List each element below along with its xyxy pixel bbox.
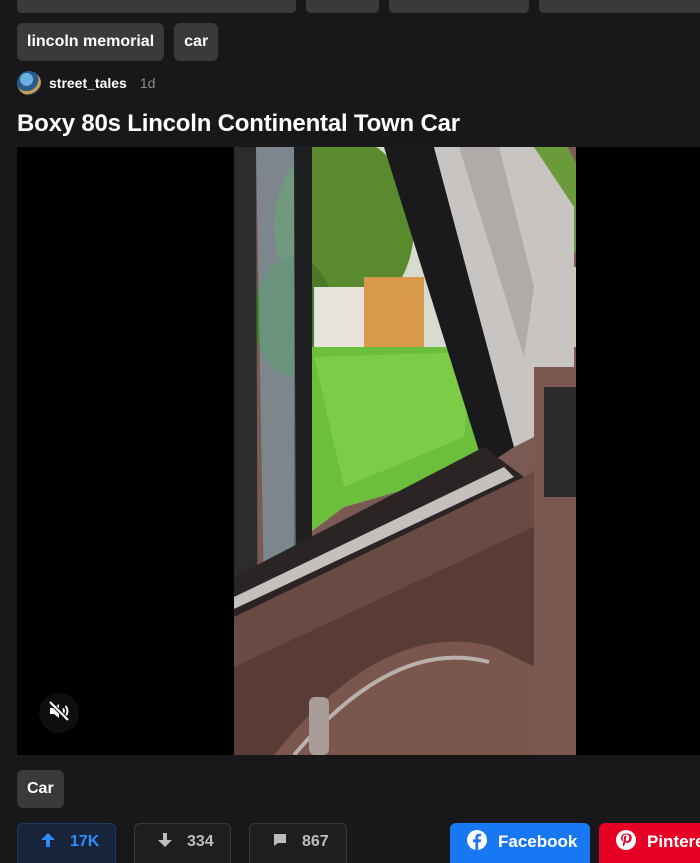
- post-title: Boxy 80s Lincoln Continental Town Car: [17, 110, 460, 137]
- facebook-icon: [466, 829, 488, 856]
- tag-placeholder[interactable]: [389, 0, 529, 13]
- share-pinterest-button[interactable]: Pinterest: [599, 823, 700, 863]
- tag-list: lincoln memorial car: [17, 23, 219, 61]
- pinterest-label: Pinterest: [647, 832, 700, 851]
- tag-lincoln-memorial[interactable]: lincoln memorial: [17, 23, 165, 61]
- tag-placeholder[interactable]: [539, 0, 700, 13]
- previous-tag-row: [17, 0, 700, 13]
- video-player[interactable]: [17, 147, 700, 755]
- tag-placeholder[interactable]: [17, 0, 296, 13]
- video-still: [234, 147, 576, 755]
- video-frame: [234, 147, 576, 755]
- facebook-label: Facebook: [498, 832, 578, 851]
- share-facebook-button[interactable]: Facebook: [450, 823, 590, 863]
- avatar[interactable]: [17, 71, 41, 95]
- vote-bar: 17K 334 867: [17, 823, 347, 863]
- category-tag[interactable]: Car: [17, 770, 64, 808]
- pinterest-icon: [615, 829, 637, 856]
- arrow-up-icon: [40, 832, 56, 853]
- username[interactable]: street_tales: [49, 75, 127, 91]
- mute-button[interactable]: [39, 693, 79, 733]
- arrow-down-icon: [157, 832, 173, 853]
- mute-icon: [47, 699, 71, 728]
- comment-count: 867: [302, 833, 329, 850]
- upvote-count: 17K: [70, 833, 100, 850]
- downvote-count: 334: [187, 833, 214, 850]
- tag-car[interactable]: car: [174, 23, 219, 61]
- tag-placeholder[interactable]: [306, 0, 379, 13]
- post-time: 1d: [139, 75, 156, 91]
- post-author: street_tales 1d: [17, 71, 155, 95]
- downvote-button[interactable]: 334: [134, 823, 231, 863]
- upvote-button[interactable]: 17K: [17, 823, 116, 863]
- comments-button[interactable]: 867: [249, 823, 347, 863]
- comment-icon: [272, 832, 288, 853]
